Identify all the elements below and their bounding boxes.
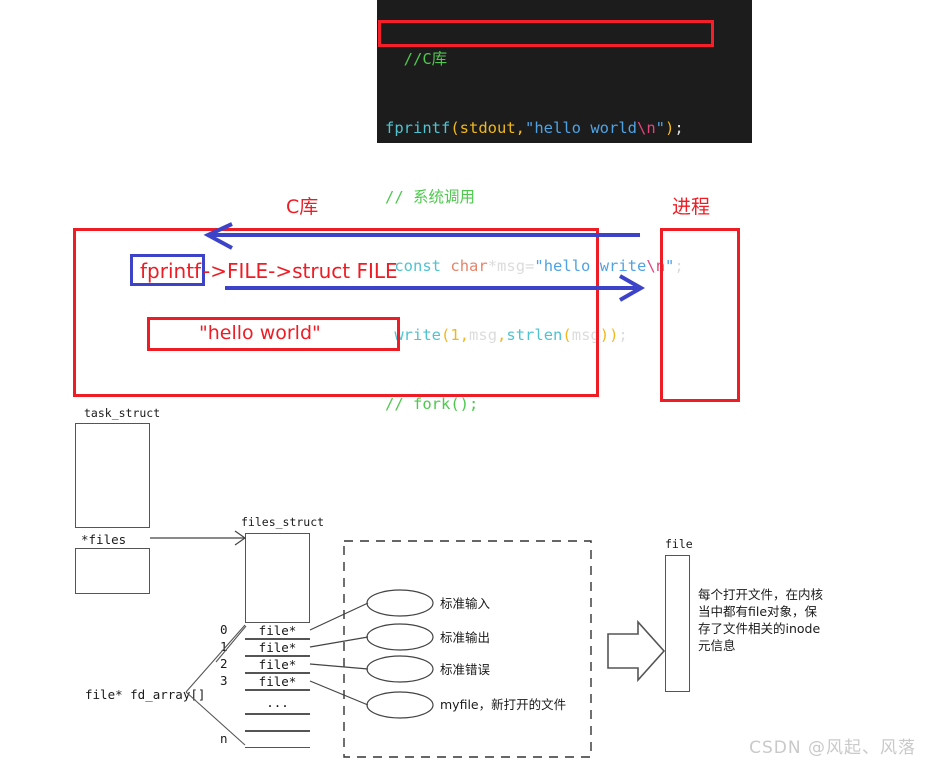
file-note-line: 当中都有file对象，保 <box>698 604 818 619</box>
code-token: // fork(); <box>385 395 479 413</box>
screenshot-root: //C库 fprintf(stdout,"hello world\n"); //… <box>0 0 930 768</box>
file-note-line: 每个打开文件，在内核 <box>698 587 824 602</box>
code-token: //C库 <box>403 50 448 68</box>
fd-index: 2 <box>220 656 228 671</box>
code-token: ; <box>618 326 628 344</box>
code-token: , <box>515 119 526 137</box>
fd-index: 3 <box>220 673 228 688</box>
fd-cell-label: file* <box>258 640 297 655</box>
fd-index: n <box>220 731 228 746</box>
fd-cell: file* <box>245 622 310 639</box>
fd-cell: ... <box>245 690 310 714</box>
fd-array-label: file* fd_array[] <box>85 687 206 702</box>
file-chain-label: ->FILE->struct FILE <box>203 259 398 283</box>
fd-cell-label: file* <box>258 657 297 672</box>
code-token: ) <box>665 119 675 137</box>
clib-title: C库 <box>286 196 319 218</box>
open-file-ellipse <box>366 589 434 617</box>
process-title: 进程 <box>672 196 711 218</box>
code-line: //C库 <box>377 48 752 71</box>
code-token: // 系统调用 <box>385 188 475 206</box>
open-file-label: 标准输入 <box>440 596 491 611</box>
open-file-ellipse <box>366 691 434 719</box>
code-token: ) <box>599 326 610 344</box>
fd-cell-label: file* <box>258 674 297 689</box>
file-note-line: 元信息 <box>698 638 736 653</box>
fd-index: 0 <box>220 622 228 637</box>
fd-cell-label: ... <box>266 695 289 710</box>
fd-cell <box>245 731 310 748</box>
files-struct-label: files_struct <box>241 515 325 529</box>
buffer-label: "hello world" <box>199 322 321 344</box>
open-file-label: myfile，新打开的文件 <box>440 697 567 712</box>
task-struct-box <box>75 423 150 594</box>
fd-cell: file* <box>245 639 310 656</box>
file-object-box <box>665 555 690 692</box>
file-box-label: file <box>665 537 693 551</box>
fd-to-file-connectors <box>309 602 369 706</box>
fd-cell <box>245 714 310 731</box>
open-file-table-dashed-box <box>343 540 592 758</box>
fd-index: 1 <box>220 639 228 654</box>
task-struct-label: task_struct <box>84 406 161 420</box>
code-block: //C库 fprintf(stdout,"hello world\n"); //… <box>377 0 752 413</box>
files-pointer-arrow <box>150 530 247 546</box>
fd-cell: file* <box>245 673 310 690</box>
code-token: fprintf <box>385 119 451 137</box>
fd-cell-label: file* <box>258 623 297 638</box>
code-token: "hello world <box>525 119 637 137</box>
open-file-ellipse <box>366 655 434 683</box>
code-token: \n <box>637 119 656 137</box>
file-note-line: 存了文件相关的inode <box>698 621 821 636</box>
fd-array-brace <box>185 624 246 746</box>
block-arrow-right <box>607 619 666 683</box>
fd-cell: file* <box>245 656 310 673</box>
open-file-ellipse <box>366 623 434 651</box>
code-token: ; <box>674 119 684 137</box>
fprintf-label: fprintf <box>140 259 202 283</box>
process-box <box>660 228 740 402</box>
files-pointer-label: *files <box>81 532 127 547</box>
code-token: " <box>655 119 666 137</box>
code-token: ( <box>450 119 460 137</box>
code-line: fprintf(stdout,"hello world\n"); <box>377 117 752 140</box>
watermark: CSDN @风起、风落 <box>749 738 916 758</box>
open-file-label: 标准错误 <box>440 662 491 677</box>
code-token: stdout <box>459 119 516 137</box>
open-file-label: 标准输出 <box>440 630 491 645</box>
